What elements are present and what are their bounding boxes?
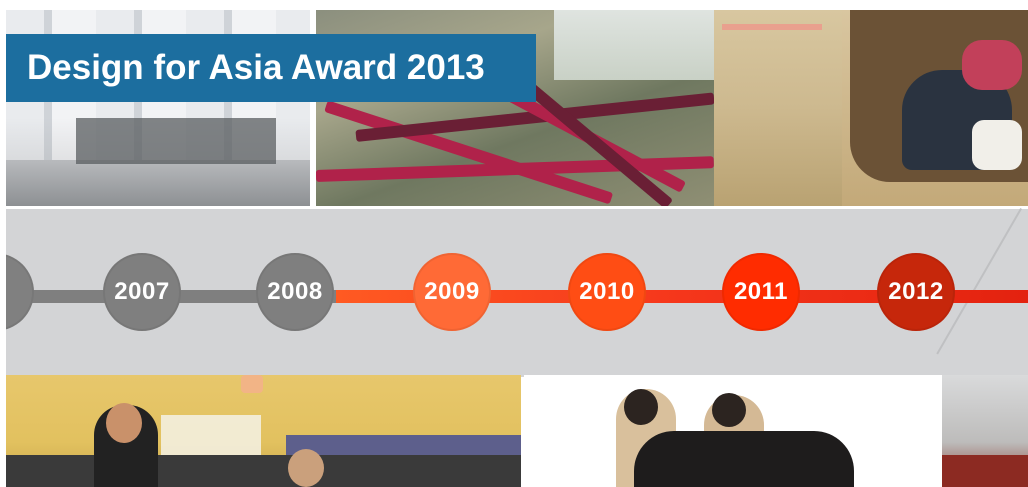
photo-wall-texture — [714, 10, 842, 206]
photo-audience-seats — [942, 375, 1028, 487]
photo-stripe — [722, 24, 822, 30]
photo-presenter-head — [712, 393, 746, 427]
timeline-node-2012[interactable]: 2012 — [877, 253, 955, 331]
photo-audience — [634, 431, 854, 487]
photo-seats — [942, 455, 1028, 487]
timeline-node-2008[interactable]: 2008 — [256, 253, 334, 331]
photo-guest-head — [288, 449, 324, 487]
photo-floor — [6, 160, 310, 206]
timeline-node-label: 2008 — [267, 278, 323, 305]
timeline-node-2007[interactable]: 2007 — [103, 253, 181, 331]
photo-person-shirt — [962, 40, 1022, 90]
photo-presenters — [524, 375, 942, 487]
banner-canvas: Design for Asia Award 2013 2007 2008 200… — [6, 10, 1028, 487]
timeline-node-2010[interactable]: 2010 — [568, 253, 646, 331]
photo-award-stage — [6, 375, 521, 487]
timeline-node-label: 2007 — [114, 278, 170, 305]
photo-presenter-head — [624, 389, 658, 425]
photo-logo-mark — [241, 375, 263, 393]
photo-desk — [76, 118, 276, 164]
timeline-node-label: 2011 — [733, 278, 789, 305]
photo-stage — [6, 455, 521, 487]
timeline-node-label: 2010 — [579, 278, 635, 305]
timeline-node-2009[interactable]: 2009 — [413, 253, 491, 331]
photo-speaker-head — [106, 403, 142, 443]
timeline-node-label: 2012 — [888, 278, 944, 305]
timeline-node-2011[interactable]: 2011 — [722, 253, 800, 331]
timeline-node-label: 2009 — [424, 278, 480, 305]
page-title: Design for Asia Award 2013 — [6, 34, 536, 102]
photo-people-inside-opening — [842, 10, 1028, 206]
photo-person-shoes — [972, 120, 1022, 170]
photo-sky — [554, 10, 714, 80]
